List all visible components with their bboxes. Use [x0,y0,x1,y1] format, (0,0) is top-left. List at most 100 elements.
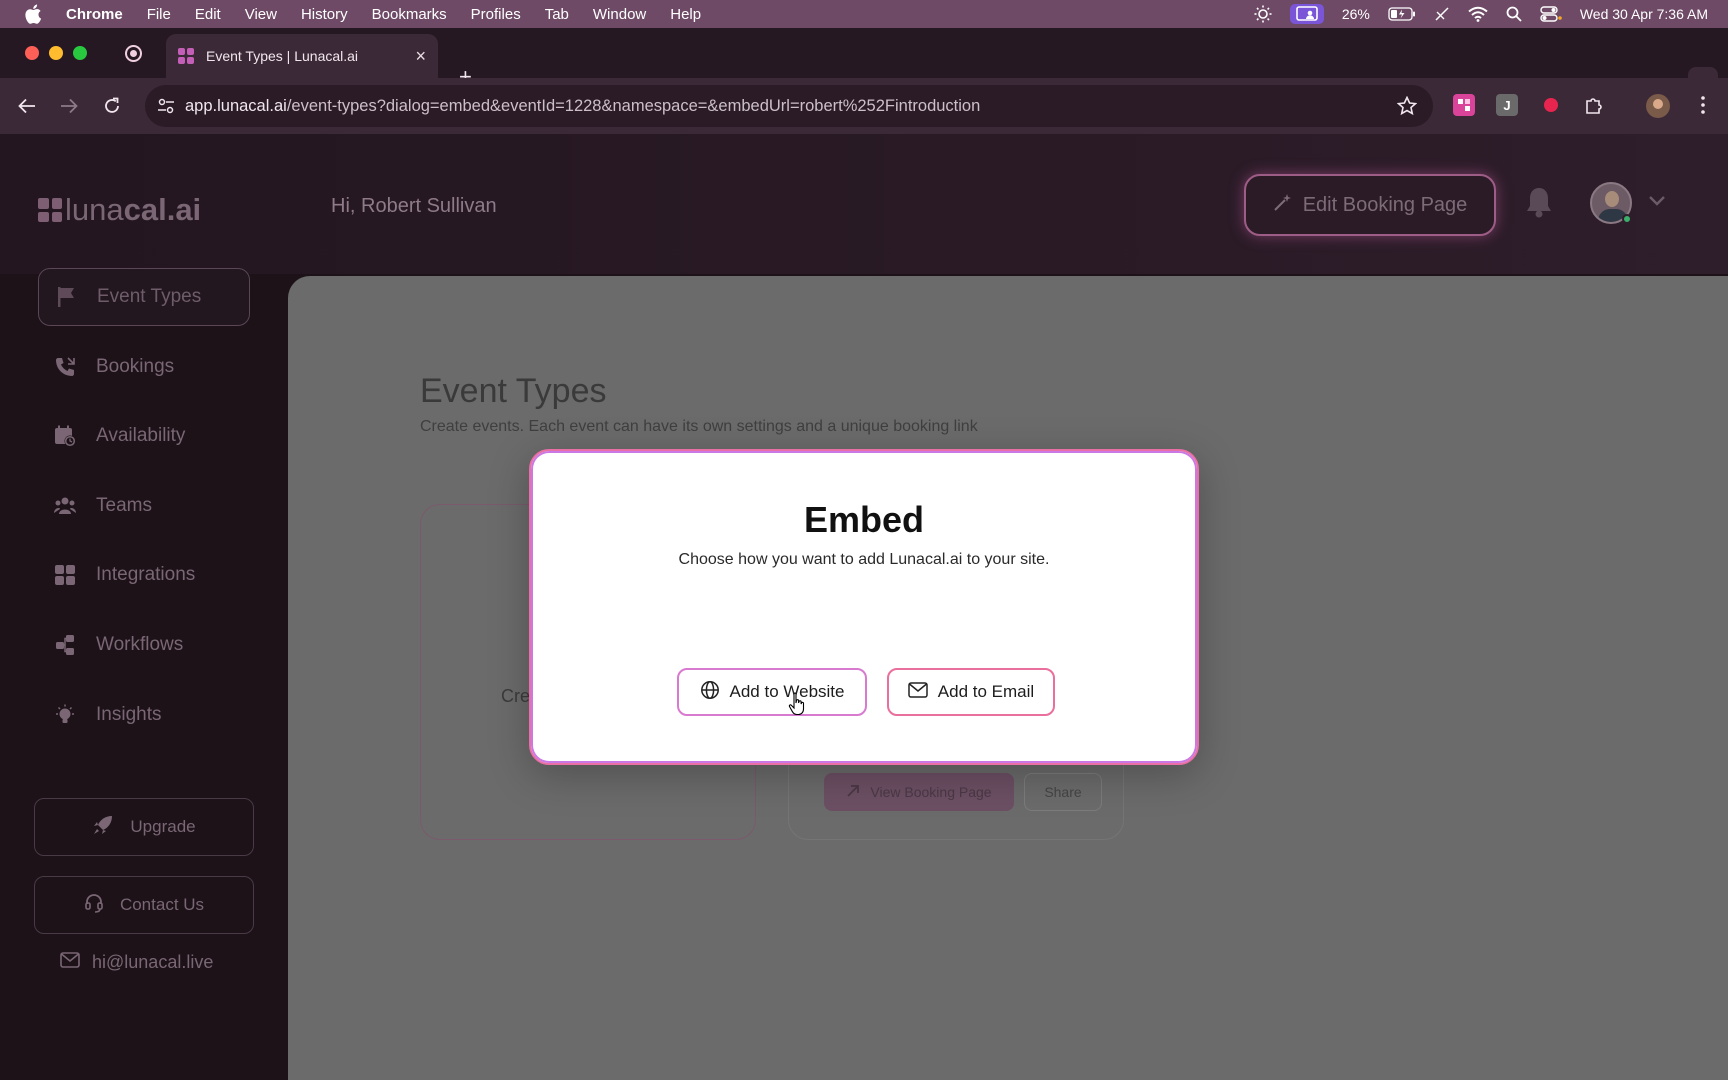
sidebar-item-label: Availability [96,425,186,446]
tab-close-icon[interactable]: × [415,46,426,67]
magic-wand-icon [1273,192,1293,218]
upgrade-label: Upgrade [130,817,196,836]
menu-window[interactable]: Window [593,6,646,23]
hand-pointer-cursor-icon [788,692,808,721]
menubar-datetime[interactable]: Wed 30 Apr 7:36 AM [1580,6,1708,22]
apple-logo-icon[interactable] [24,4,46,24]
add-to-website-label: Add to Website [729,682,845,701]
lunacal-favicon-icon [178,48,194,64]
extension-j-icon[interactable]: J [1496,94,1518,116]
sidebar-item-event-types[interactable]: Event Types [38,268,250,326]
share-button[interactable]: Share [1024,773,1102,811]
embed-dialog: Embed Choose how you want to add Lunacal… [529,449,1199,765]
lunacal-logo-mark-icon [38,198,62,222]
sidebar-item-label: Integrations [96,564,196,585]
chrome-menu-kebab-icon[interactable] [1692,94,1714,116]
sidebar-item-insights[interactable]: Insights [38,686,250,744]
phone-icon [54,356,76,378]
menu-edit[interactable]: Edit [195,6,221,23]
flag-icon [55,286,77,308]
edit-booking-label: Edit Booking Page [1302,193,1468,216]
notification-bell-icon[interactable] [1525,186,1553,223]
sidebar-item-workflows[interactable]: Workflows [38,616,250,674]
headset-icon [84,893,104,918]
workflow-icon [54,634,76,656]
online-status-dot [1622,214,1632,224]
contact-label: Contact Us [119,895,205,914]
support-email: hi@lunacal.live [92,952,214,972]
sidebar-item-availability[interactable]: Availability [38,407,250,465]
browser-toolbar: app.lunacal.ai/event-types?dialog=embed&… [0,78,1728,134]
forward-arrow-icon[interactable] [57,94,81,118]
menu-bookmarks[interactable]: Bookmarks [372,6,447,23]
battery-percent: 26% [1341,6,1370,22]
site-settings-icon[interactable] [157,97,175,120]
contact-us-button[interactable]: Contact Us [34,876,254,934]
battery-charging-icon[interactable] [1388,7,1416,21]
sidebar-item-label: Teams [96,495,152,516]
window-close-button[interactable] [25,46,39,60]
menu-help[interactable]: Help [670,6,701,23]
profile-avatar-icon[interactable] [1646,94,1670,118]
page-title: Event Types [420,372,607,410]
screen-share-icon[interactable] [1289,4,1324,24]
bookmark-star-icon[interactable] [1396,95,1418,121]
browser-tab-strip: Event Types | Lunacal.ai × + [0,28,1728,97]
back-arrow-icon[interactable] [15,94,39,118]
add-to-email-label: Add to Email [937,682,1035,701]
menu-history[interactable]: History [301,6,348,23]
sidebar-item-integrations[interactable]: Integrations [38,546,250,604]
sidebar-item-bookings[interactable]: Bookings [38,338,250,396]
sidebar-item-label: Event Types [97,286,202,307]
app-header: luna cal.ai Hi, Robert Sullivan Edit Book… [0,134,1728,274]
user-greeting: Hi, Robert Sullivan [331,195,497,217]
lunacal-logo[interactable]: luna cal.ai [38,192,201,228]
logo-text-bold: cal.ai [123,192,202,227]
menu-tab[interactable]: Tab [545,6,569,23]
dialog-subtitle: Choose how you want to add Lunacal.ai to… [678,551,1050,568]
wifi-icon[interactable] [1468,6,1488,22]
menu-profiles[interactable]: Profiles [471,6,521,23]
menu-view[interactable]: View [245,6,277,23]
window-minimize-button[interactable] [49,46,63,60]
pen-off-icon[interactable] [1434,6,1450,22]
add-to-email-button[interactable]: Add to Email [887,668,1055,716]
lightbulb-icon [54,704,76,726]
page-subtitle: Create events. Each event can have its o… [420,418,978,435]
sidebar-item-label: Bookings [96,356,175,377]
view-booking-page-button[interactable]: View Booking Page [824,773,1014,811]
sidebar: Event Types Bookings Availability Teams [0,268,288,1080]
address-bar[interactable]: app.lunacal.ai/event-types?dialog=embed&… [145,85,1433,127]
menubar-status-area: 26% Wed 30 Apr 7:36 AM [1254,0,1708,28]
control-center-icon[interactable] [1540,6,1562,22]
browser-tab-active[interactable]: Event Types | Lunacal.ai × [166,34,438,78]
spotlight-search-icon[interactable] [1506,6,1522,22]
logo-text-light: luna [65,192,124,227]
user-menu-chevron-down-icon[interactable] [1648,194,1666,212]
users-icon [54,495,76,517]
upgrade-button[interactable]: Upgrade [34,798,254,856]
mail-icon [60,952,80,973]
create-card-label: Cre [501,686,531,706]
rocket-icon [92,814,114,841]
edit-booking-page-button[interactable]: Edit Booking Page [1244,174,1496,236]
add-to-website-button[interactable]: Add to Website [677,668,867,716]
support-email-link[interactable]: hi@lunacal.live [60,952,213,973]
reload-icon[interactable] [100,94,124,118]
view-booking-label: View Booking Page [870,784,992,800]
screen: Chrome File Edit View History Bookmarks … [0,0,1728,1080]
extensions-puzzle-icon[interactable] [1583,94,1605,116]
globe-icon [700,680,720,705]
extension-red-record-icon[interactable] [1540,94,1562,116]
brightness-icon[interactable] [1254,5,1272,23]
window-zoom-button[interactable] [73,46,87,60]
recording-indicator-icon[interactable] [125,45,142,62]
calendar-clock-icon [54,425,76,447]
sidebar-item-teams[interactable]: Teams [38,477,250,535]
menu-file[interactable]: File [147,6,171,23]
macos-menubar: Chrome File Edit View History Bookmarks … [0,0,1728,28]
sidebar-item-label: Insights [96,704,162,725]
menu-app-name[interactable]: Chrome [66,6,123,23]
url-path: /event-types?dialog=embed&eventId=1228&n… [286,96,981,115]
extension-pink-icon[interactable] [1453,94,1475,116]
